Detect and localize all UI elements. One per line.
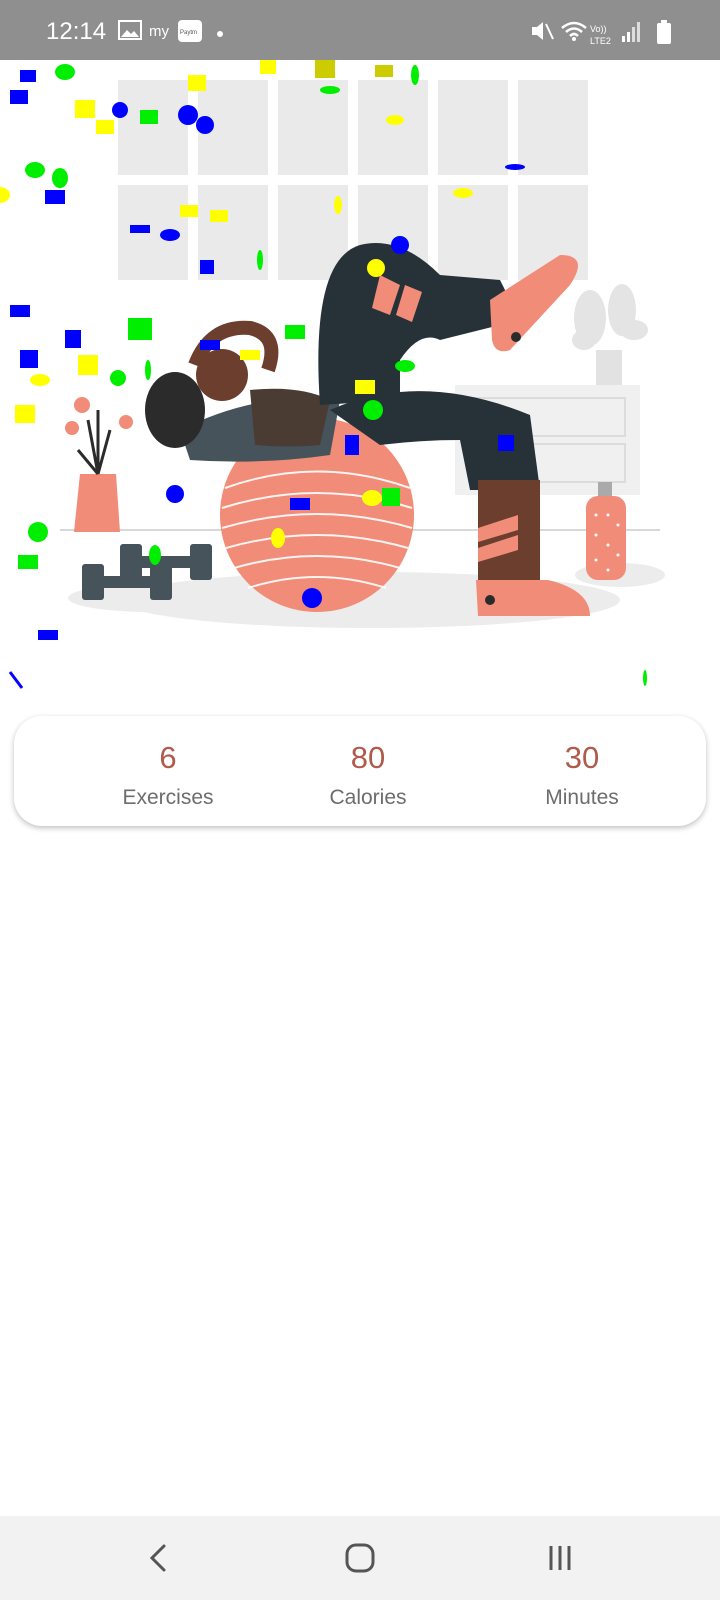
gallery-icon — [118, 20, 142, 40]
minutes-count: 30 — [564, 740, 600, 775]
status-bar: 12:14 my Paytm Vo)) LTE2 — [0, 0, 720, 60]
stat-minutes: 30 Minutes — [482, 716, 682, 826]
mute-icon — [532, 22, 554, 40]
back-icon[interactable] — [128, 1534, 188, 1582]
volte-icon: Vo)) LTE2 — [590, 24, 611, 46]
wifi-icon — [561, 21, 587, 41]
calories-label: Calories — [329, 786, 407, 809]
workout-stats-card: 6 Exercises 80 Calories 30 Minutes — [14, 716, 706, 826]
minutes-label: Minutes — [545, 786, 619, 809]
system-nav-bar — [0, 1516, 720, 1600]
svg-text:LTE2: LTE2 — [590, 36, 611, 46]
status-time: 12:14 — [46, 18, 107, 45]
calories-count: 80 — [350, 740, 386, 775]
home-icon[interactable] — [330, 1534, 390, 1582]
exercises-count: 6 — [159, 740, 177, 775]
myjio-label: my — [149, 23, 169, 40]
workout-illustration — [0, 60, 720, 700]
battery-icon — [657, 20, 671, 44]
signal-icon — [622, 22, 640, 42]
myjio-icon: my — [149, 23, 169, 40]
svg-text:Vo)): Vo)) — [590, 24, 607, 34]
stat-calories: 80 Calories — [268, 716, 468, 826]
notification-dot-icon — [217, 31, 223, 37]
exercises-label: Exercises — [122, 786, 214, 809]
recents-icon[interactable] — [530, 1534, 590, 1582]
paytm-icon: Paytm — [178, 20, 202, 42]
stat-exercises: 6 Exercises — [68, 716, 268, 826]
paytm-label: Paytm — [180, 30, 197, 36]
woman-exercise-ball-icon — [0, 60, 665, 689]
